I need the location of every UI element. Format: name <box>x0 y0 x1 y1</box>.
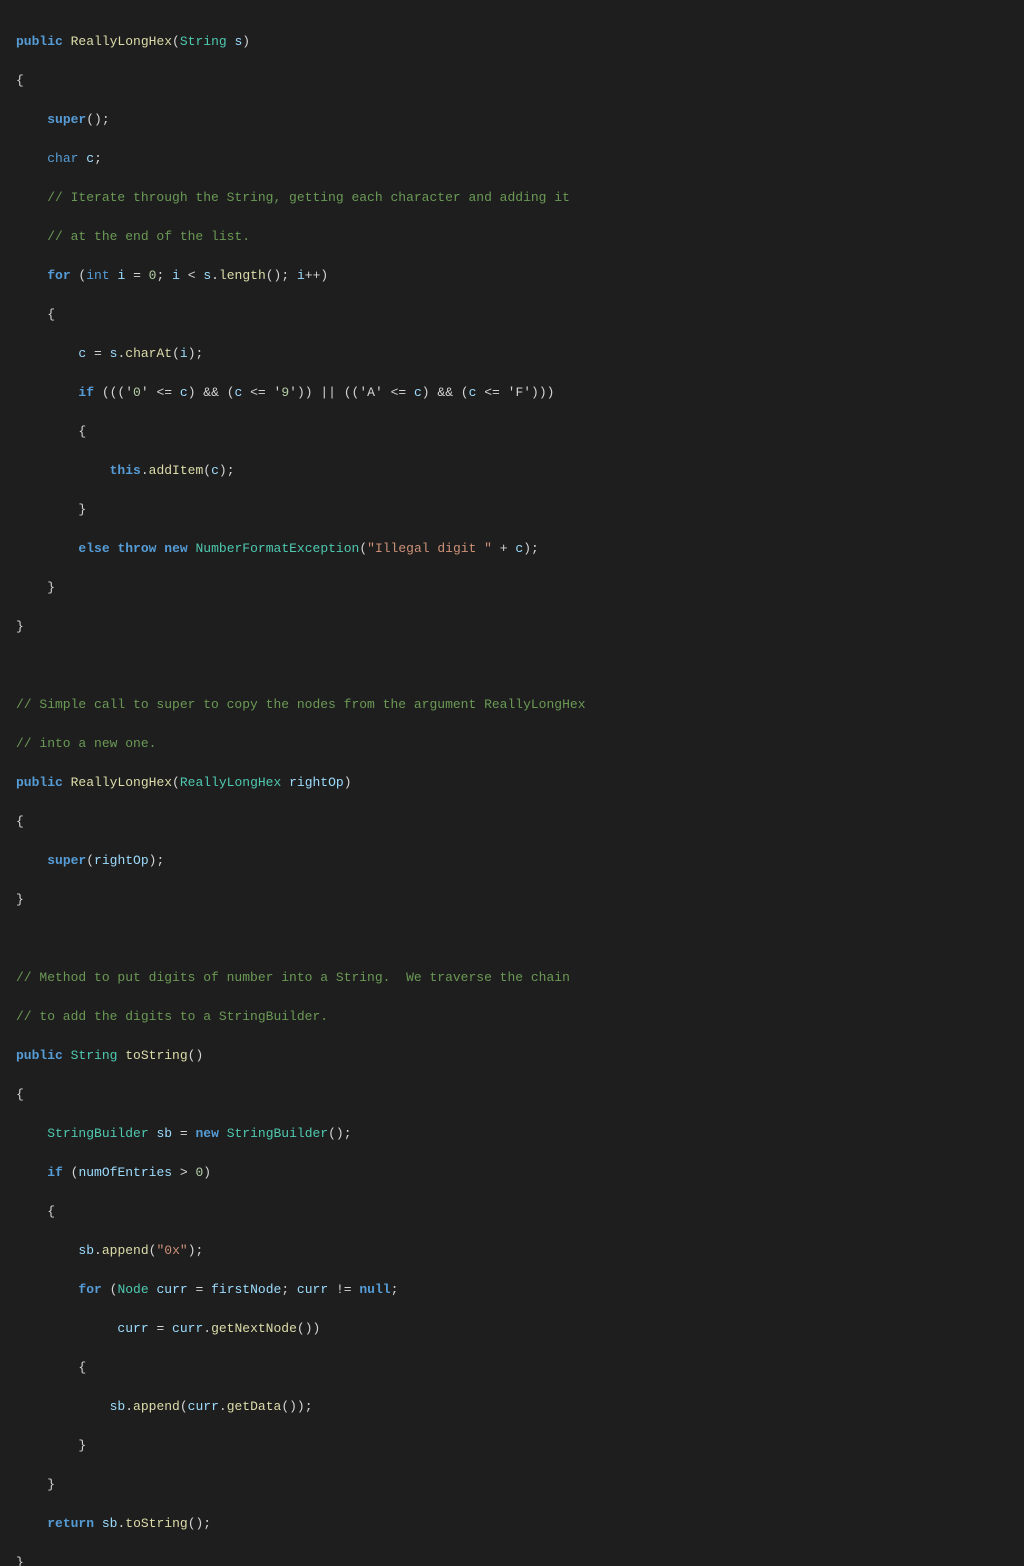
line-33: for (Node curr = firstNode; curr != null… <box>16 1280 1008 1300</box>
line-16: } <box>16 617 1008 637</box>
line-4: char c; <box>16 149 1008 169</box>
line-35: { <box>16 1358 1008 1378</box>
line-9: c = s.charAt(i); <box>16 344 1008 364</box>
line-31: { <box>16 1202 1008 1222</box>
line-13: } <box>16 500 1008 520</box>
line-28: { <box>16 1085 1008 1105</box>
line-36: sb.append(curr.getData()); <box>16 1397 1008 1417</box>
line-32: sb.append("0x"); <box>16 1241 1008 1261</box>
line-21: { <box>16 812 1008 832</box>
line-10: if ((('0' <= c) && (c <= '9')) || (('A' … <box>16 383 1008 403</box>
line-7: for (int i = 0; i < s.length(); i++) <box>16 266 1008 286</box>
line-40: } <box>16 1553 1008 1566</box>
line-34: curr = curr.getNextNode()) <box>16 1319 1008 1339</box>
line-12: this.addItem(c); <box>16 461 1008 481</box>
line-14: else throw new NumberFormatException("Il… <box>16 539 1008 559</box>
line-39: return sb.toString(); <box>16 1514 1008 1534</box>
line-27: public String toString() <box>16 1046 1008 1066</box>
line-24 <box>16 929 1008 949</box>
line-38: } <box>16 1475 1008 1495</box>
line-18: // Simple call to super to copy the node… <box>16 695 1008 715</box>
line-1: public ReallyLongHex(String s) <box>16 32 1008 52</box>
line-6: // at the end of the list. <box>16 227 1008 247</box>
line-17 <box>16 656 1008 676</box>
line-5: // Iterate through the String, getting e… <box>16 188 1008 208</box>
line-29: StringBuilder sb = new StringBuilder(); <box>16 1124 1008 1144</box>
line-22: super(rightOp); <box>16 851 1008 871</box>
line-20: public ReallyLongHex(ReallyLongHex right… <box>16 773 1008 793</box>
line-19: // into a new one. <box>16 734 1008 754</box>
code-editor: public ReallyLongHex(String s) { super()… <box>0 8 1024 1566</box>
line-2: { <box>16 71 1008 91</box>
line-23: } <box>16 890 1008 910</box>
line-37: } <box>16 1436 1008 1456</box>
line-8: { <box>16 305 1008 325</box>
line-11: { <box>16 422 1008 442</box>
line-15: } <box>16 578 1008 598</box>
line-26: // to add the digits to a StringBuilder. <box>16 1007 1008 1027</box>
line-3: super(); <box>16 110 1008 130</box>
line-25: // Method to put digits of number into a… <box>16 968 1008 988</box>
line-30: if (numOfEntries > 0) <box>16 1163 1008 1183</box>
